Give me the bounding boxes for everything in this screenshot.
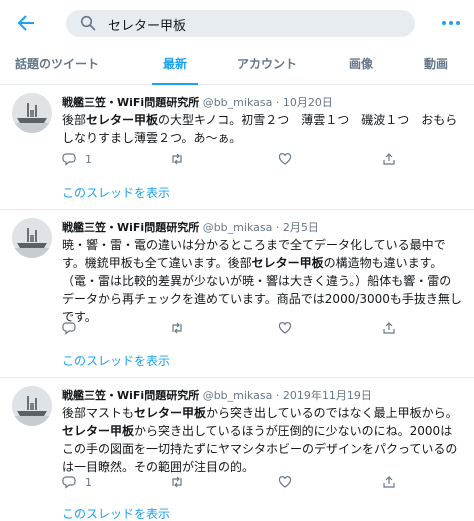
tweet-text: 後部セレター甲板の大型キノコ。初雪２つ 薄雲１つ 磯波１つ おもらしなりすまし薄… xyxy=(62,113,458,145)
share-button[interactable] xyxy=(382,151,396,167)
tab-videos-label: 動画 xyxy=(423,57,448,71)
tweet-actions: 1 xyxy=(62,474,395,490)
tweet-header: 戦艦三笠・WiFi問題研究所 @bb_mikasa · 2019年11月19日 xyxy=(62,387,372,403)
share-button[interactable] xyxy=(382,320,396,336)
user-handle[interactable]: @bb_mikasa xyxy=(203,221,273,234)
display-name[interactable]: 戦艦三笠・WiFi問題研究所 xyxy=(62,221,199,234)
tab-images-label: 画像 xyxy=(348,57,373,71)
retweet-icon xyxy=(172,153,182,165)
retweet-icon xyxy=(172,476,182,488)
reply-count: 1 xyxy=(85,152,92,166)
tab-top-label: 話題のツイート xyxy=(14,57,99,71)
share-icon xyxy=(383,322,395,334)
dot-separator: · xyxy=(275,96,280,109)
tweet-actions xyxy=(62,320,395,336)
back-arrow-icon[interactable] xyxy=(14,11,38,35)
display-name[interactable]: 戦艦三笠・WiFi問題研究所 xyxy=(62,96,199,109)
share-button[interactable] xyxy=(382,474,396,490)
avatar[interactable] xyxy=(12,93,52,133)
like-button[interactable] xyxy=(278,320,292,336)
tab-images[interactable]: 画像 xyxy=(340,46,382,85)
tweet-text: 暁・響・雷・電の違いは分かるところまで全てデータ化している最中です。機銃甲板も全… xyxy=(62,238,462,324)
dot-separator: · xyxy=(275,221,280,234)
display-name[interactable]: 戦艦三笠・WiFi問題研究所 xyxy=(62,389,199,402)
tweet-date[interactable]: 10月20日 xyxy=(283,96,333,109)
reply-count: 1 xyxy=(85,475,92,489)
tweet-date[interactable]: 2月5日 xyxy=(283,221,319,234)
tab-videos[interactable]: 動画 xyxy=(415,46,457,85)
like-button[interactable] xyxy=(278,474,292,490)
tweet-header: 戦艦三笠・WiFi問題研究所 @bb_mikasa · 10月20日 xyxy=(62,94,333,110)
search-query[interactable]: セレター甲板 xyxy=(108,15,186,34)
like-icon xyxy=(278,475,292,488)
tab-accounts[interactable]: アカウント xyxy=(225,46,309,85)
like-icon xyxy=(278,321,292,334)
avatar[interactable] xyxy=(12,218,52,258)
warship-avatar-icon xyxy=(12,93,52,133)
tweet[interactable]: 戦艦三笠・WiFi問題研究所 @bb_mikasa · 10月20日 後部セレタ… xyxy=(0,85,474,210)
reply-button[interactable] xyxy=(62,320,85,336)
user-handle[interactable]: @bb_mikasa xyxy=(203,389,273,402)
tweet-actions: 1 xyxy=(62,151,395,167)
search-tabs: 話題のツイート 最新 アカウント 画像 動画 xyxy=(0,46,474,85)
show-thread-link[interactable]: このスレッドを表示 xyxy=(62,505,170,521)
tweet-date[interactable]: 2019年11月19日 xyxy=(283,389,372,402)
like-button[interactable] xyxy=(278,151,292,167)
tweet[interactable]: 戦艦三笠・WiFi問題研究所 @bb_mikasa · 2月5日 暁・響・雷・電… xyxy=(0,210,474,378)
tab-top[interactable]: 話題のツイート xyxy=(0,46,114,85)
tab-latest-label: 最新 xyxy=(162,57,187,71)
tab-accounts-label: アカウント xyxy=(236,57,297,71)
reply-icon xyxy=(62,153,76,166)
tweet[interactable]: 戦艦三笠・WiFi問題研究所 @bb_mikasa · 2019年11月19日 … xyxy=(0,378,474,521)
show-thread-link[interactable]: このスレッドを表示 xyxy=(62,352,170,369)
share-icon xyxy=(383,476,395,488)
search-icon xyxy=(80,15,96,31)
like-icon xyxy=(278,152,292,165)
show-thread-link[interactable]: このスレッドを表示 xyxy=(62,184,170,201)
avatar[interactable] xyxy=(12,386,52,426)
retweet-button[interactable] xyxy=(170,474,184,490)
tweet-text: 後部マストもセレター甲板から突き出しているのではなく最上甲板から。セレター甲板か… xyxy=(62,406,458,474)
reply-button[interactable]: 1 xyxy=(62,151,92,167)
more-icon[interactable] xyxy=(440,16,462,30)
tab-latest[interactable]: 最新 xyxy=(152,46,198,85)
reply-icon xyxy=(62,322,76,335)
retweet-icon xyxy=(172,322,182,334)
share-icon xyxy=(383,153,395,165)
retweet-button[interactable] xyxy=(170,320,184,336)
reply-button[interactable]: 1 xyxy=(62,474,92,490)
reply-icon xyxy=(62,476,76,489)
search-header: セレター甲板 xyxy=(0,0,474,46)
dot-separator: · xyxy=(275,389,280,402)
user-handle[interactable]: @bb_mikasa xyxy=(203,96,273,109)
warship-avatar-icon xyxy=(12,218,52,258)
tweet-header: 戦艦三笠・WiFi問題研究所 @bb_mikasa · 2月5日 xyxy=(62,219,319,235)
retweet-button[interactable] xyxy=(170,151,184,167)
warship-avatar-icon xyxy=(12,386,52,426)
search-input[interactable]: セレター甲板 xyxy=(66,10,415,37)
